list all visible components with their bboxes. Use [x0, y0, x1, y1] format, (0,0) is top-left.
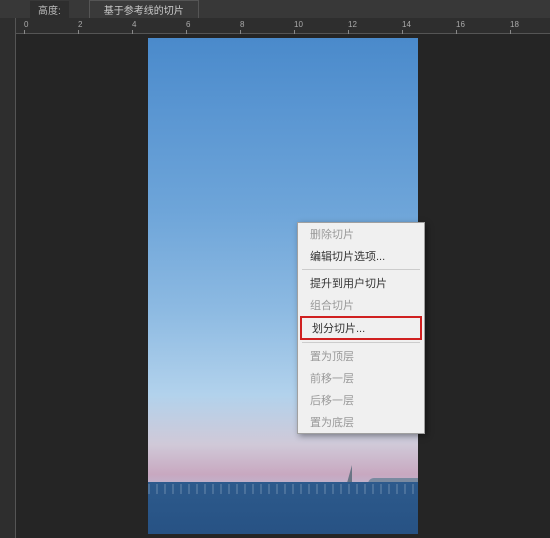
options-bar: 高度: 基于参考线的切片: [0, 0, 550, 18]
menu-promote-user-slice[interactable]: 提升到用户切片: [298, 272, 424, 294]
menu-combine-slice[interactable]: 组合切片: [298, 294, 424, 316]
image-sea: [148, 482, 418, 534]
vertical-ruler: [0, 34, 16, 538]
menu-delete-slice[interactable]: 删除切片: [298, 223, 424, 245]
menu-edit-slice-options[interactable]: 编辑切片选项...: [298, 245, 424, 267]
ruler-tick: 0: [24, 20, 28, 29]
ruler-tick: 10: [294, 20, 303, 29]
ruler-tick: 16: [456, 20, 465, 29]
ruler-ticks: 0 2 4 6 8 10 12 14 16 18: [16, 18, 550, 33]
menu-send-back[interactable]: 置为底层: [298, 411, 424, 433]
menu-divide-slice[interactable]: 划分切片...: [302, 318, 420, 338]
ruler-tick: 14: [402, 20, 411, 29]
workspace: [0, 34, 550, 538]
guide-slice-button[interactable]: 基于参考线的切片: [89, 0, 199, 19]
menu-send-backward[interactable]: 后移一层: [298, 389, 424, 411]
menu-bring-forward[interactable]: 前移一层: [298, 367, 424, 389]
menu-highlight-box: 划分切片...: [300, 316, 422, 340]
ruler-corner: [0, 18, 16, 34]
ruler-tick: 2: [78, 20, 82, 29]
ruler-tick: 8: [240, 20, 244, 29]
ruler-tick: 6: [186, 20, 190, 29]
height-label: 高度:: [30, 1, 69, 18]
canvas-area[interactable]: [16, 34, 550, 538]
ruler-tick: 4: [132, 20, 136, 29]
menu-separator: [302, 342, 420, 343]
ruler-tick: 18: [510, 20, 519, 29]
menu-separator: [302, 269, 420, 270]
menu-bring-front[interactable]: 置为顶层: [298, 345, 424, 367]
context-menu: 删除切片 编辑切片选项... 提升到用户切片 组合切片 划分切片... 置为顶层…: [297, 222, 425, 434]
ruler-tick: 12: [348, 20, 357, 29]
horizontal-ruler: 0 2 4 6 8 10 12 14 16 18: [0, 18, 550, 34]
